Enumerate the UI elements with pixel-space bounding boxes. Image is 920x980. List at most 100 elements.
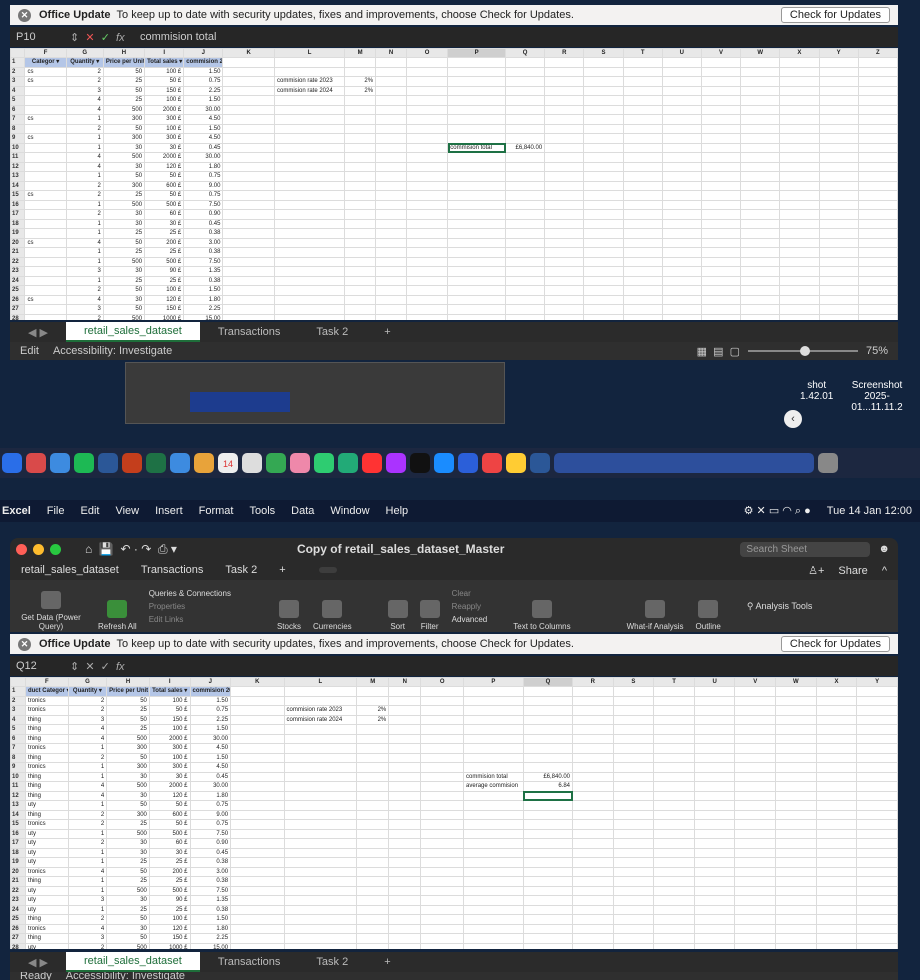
minimize-button[interactable] [33, 543, 44, 555]
cell[interactable] [740, 237, 781, 248]
cell[interactable]: Price per Unit ▾ [102, 57, 146, 68]
cell[interactable]: 30 [102, 294, 146, 305]
cell[interactable] [583, 161, 624, 172]
cell[interactable] [622, 85, 663, 96]
cell[interactable] [775, 942, 817, 949]
cell[interactable] [857, 228, 898, 239]
row-header[interactable]: 20 [10, 237, 26, 248]
cell[interactable] [283, 828, 358, 839]
powerpoint-icon[interactable] [122, 453, 142, 473]
cell[interactable] [544, 152, 585, 163]
cell[interactable]: 30.00 [189, 733, 232, 744]
cell[interactable] [522, 762, 574, 773]
row-header[interactable]: 6 [10, 733, 26, 744]
cell[interactable] [356, 724, 390, 735]
cell[interactable] [693, 923, 736, 934]
cell[interactable]: 4.50 [183, 133, 224, 144]
cell[interactable] [344, 133, 377, 144]
cell[interactable] [222, 104, 275, 115]
cell[interactable]: 120 £ [144, 294, 185, 305]
row-header[interactable]: 18 [10, 218, 26, 229]
cell[interactable] [356, 933, 390, 944]
cell[interactable] [222, 123, 275, 134]
cell[interactable] [544, 76, 585, 87]
cell[interactable] [612, 819, 655, 830]
cell[interactable] [420, 866, 465, 877]
cell[interactable]: 1 [65, 171, 104, 182]
cell[interactable] [344, 161, 377, 172]
cell[interactable] [504, 161, 546, 172]
cell[interactable] [740, 313, 781, 320]
cell[interactable] [375, 190, 407, 201]
cell[interactable] [572, 695, 614, 706]
column-header[interactable]: T [622, 48, 663, 58]
cell[interactable] [222, 190, 275, 201]
cell[interactable] [375, 171, 407, 182]
cell[interactable] [463, 819, 524, 830]
cell[interactable] [734, 752, 777, 763]
cell[interactable] [693, 781, 736, 792]
cell[interactable] [779, 142, 820, 153]
cell[interactable]: 1.50 [189, 752, 232, 763]
cell[interactable] [740, 199, 781, 210]
row-header[interactable]: 6 [10, 104, 26, 115]
cell[interactable] [522, 733, 574, 744]
cell[interactable] [447, 57, 506, 68]
accessibility-status[interactable]: Accessibility: Investigate [66, 972, 185, 980]
cell[interactable]: tronics [24, 923, 69, 934]
cell[interactable] [544, 114, 585, 125]
cell[interactable] [356, 686, 390, 697]
cell[interactable] [622, 142, 663, 153]
cell[interactable] [273, 95, 346, 106]
cell[interactable]: 25 [106, 857, 150, 868]
row-header[interactable]: 15 [10, 190, 26, 201]
cell[interactable] [222, 294, 275, 305]
cell[interactable] [775, 705, 817, 716]
cell[interactable] [700, 294, 742, 305]
cell[interactable]: 4 [67, 724, 108, 735]
cell[interactable]: Price per Unit ▾ [106, 686, 150, 697]
cell[interactable] [734, 733, 777, 744]
cell[interactable] [857, 133, 898, 144]
cell[interactable] [388, 923, 422, 934]
cell[interactable] [344, 294, 377, 305]
cell[interactable] [856, 904, 898, 915]
cell[interactable] [230, 724, 285, 735]
window-thumbnail[interactable] [125, 362, 505, 424]
cell[interactable] [740, 218, 781, 229]
cell[interactable] [273, 247, 346, 258]
cell[interactable] [344, 247, 377, 258]
cell[interactable] [572, 857, 614, 868]
column-header[interactable]: M [344, 48, 377, 58]
cell[interactable] [622, 237, 663, 248]
cell[interactable] [700, 304, 742, 315]
cell[interactable] [700, 266, 742, 277]
cell[interactable] [230, 705, 285, 716]
column-header[interactable]: J [183, 48, 224, 58]
cell[interactable] [24, 123, 67, 134]
cell[interactable] [700, 313, 742, 320]
cell[interactable]: 4.50 [189, 762, 232, 773]
cell[interactable] [405, 247, 449, 258]
cell[interactable] [700, 247, 742, 258]
cell[interactable] [857, 57, 898, 68]
calendar-icon[interactable]: 14 [218, 453, 238, 473]
row-header[interactable]: 7 [10, 114, 26, 125]
cell[interactable] [230, 857, 285, 868]
cell[interactable] [734, 933, 777, 944]
cell[interactable] [504, 171, 546, 182]
cell[interactable] [818, 313, 859, 320]
cell[interactable] [693, 914, 736, 925]
cell[interactable] [24, 180, 67, 191]
cell[interactable]: uty [24, 895, 69, 906]
cell[interactable]: cs [24, 114, 67, 125]
cell[interactable] [356, 819, 390, 830]
cell[interactable]: 1 [67, 800, 108, 811]
cell[interactable]: 500 £ [148, 828, 191, 839]
cell[interactable] [856, 847, 898, 858]
cell[interactable] [447, 161, 506, 172]
cell[interactable] [622, 114, 663, 125]
cell[interactable]: 30 [102, 266, 146, 277]
cell[interactable] [283, 895, 358, 906]
cell[interactable] [857, 66, 898, 77]
